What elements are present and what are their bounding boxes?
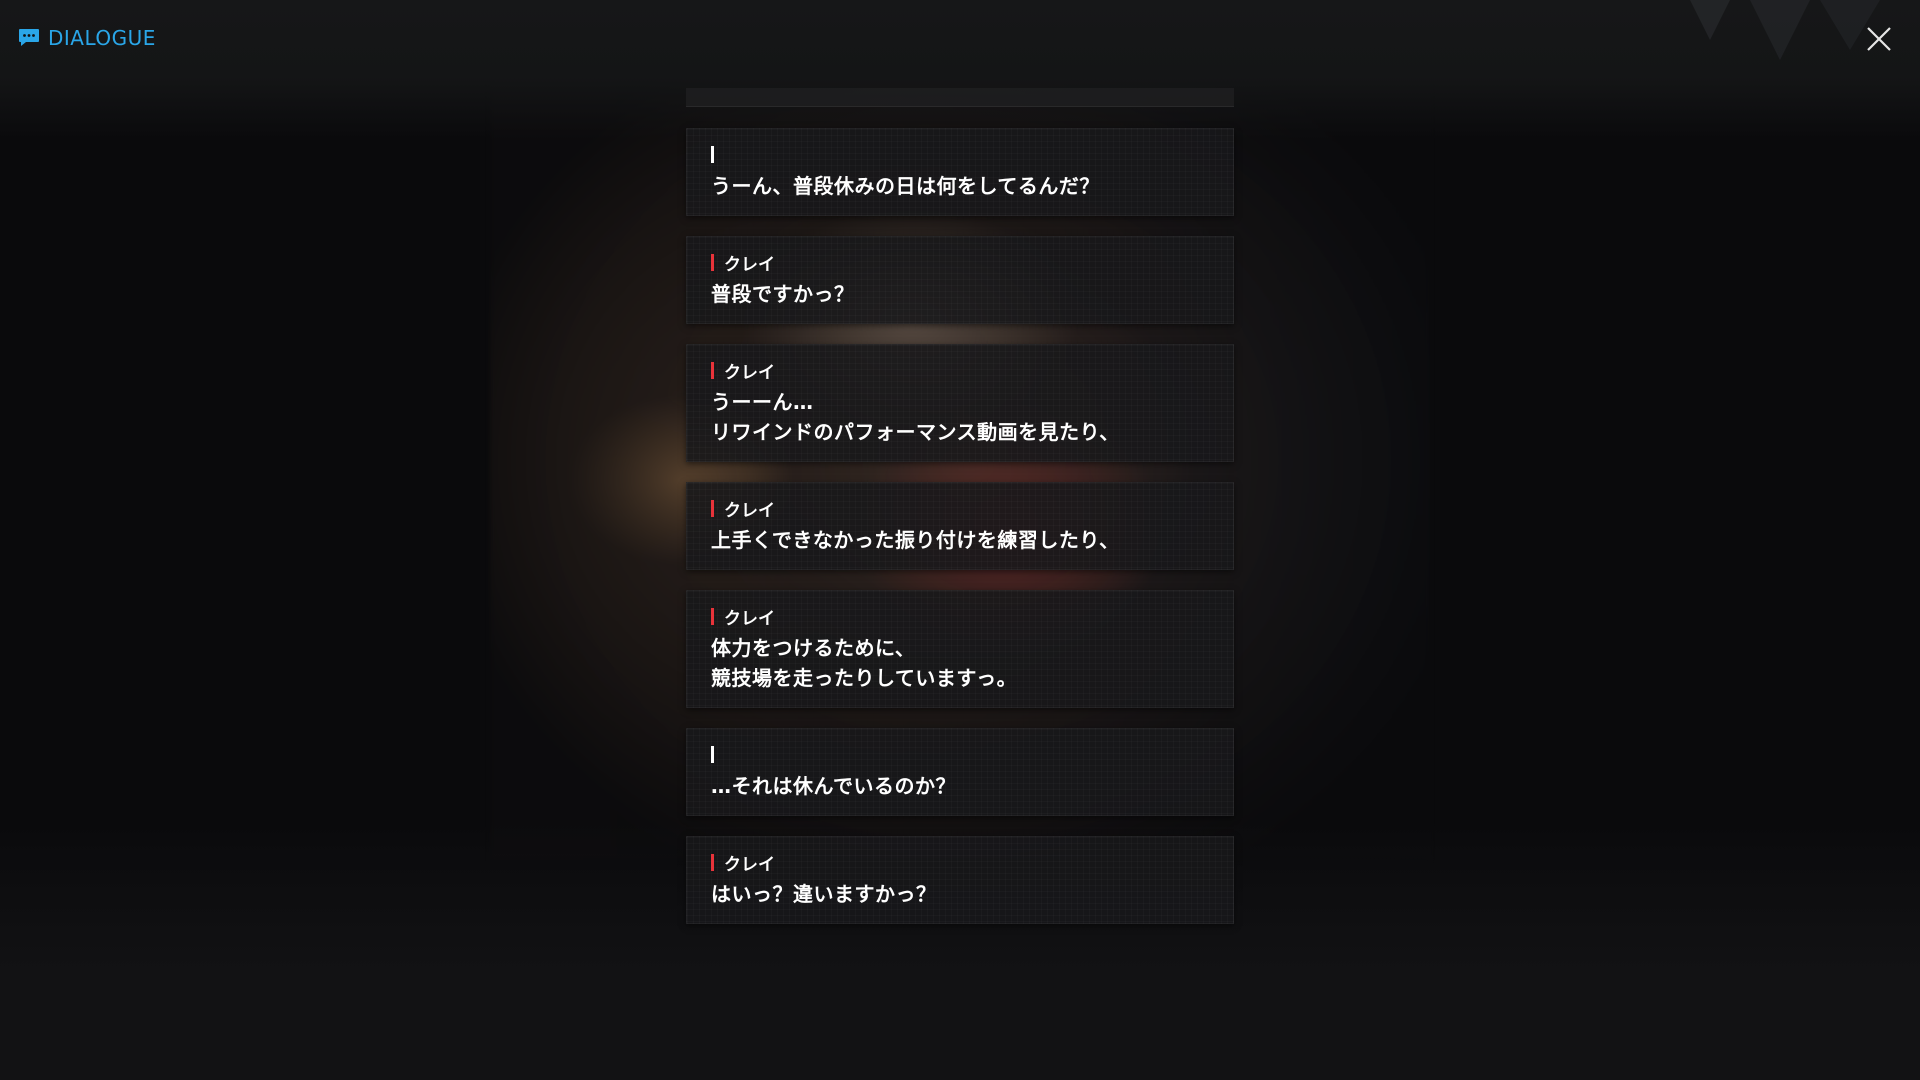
dialogue-line: …それは休んでいるのか？ [711, 774, 956, 798]
speaker-name: クレイ [724, 254, 775, 275]
dialogue-line: 競技場を走ったりしていますっ。 [711, 666, 1018, 690]
dialogue-entry: クレイ上手くできなかった振り付けを練習したり、 [686, 482, 1234, 570]
dialogue-entry: クレイ体力をつけるために、競技場を走ったりしていますっ。 [686, 590, 1234, 708]
chat-bubble-icon [18, 28, 40, 48]
dialogue-line: 上手くできなかった振り付けを練習したり、 [711, 528, 1120, 552]
dialogue-line: うーーん… [711, 390, 814, 414]
dialogue-line: はいっ？違いますかっ？ [711, 882, 937, 906]
speaker-row: クレイ [711, 497, 1211, 521]
dialogue-line: 普段ですかっ？ [711, 282, 855, 306]
speaker-row: クレイ [711, 251, 1211, 275]
speaker-row: クレイ [711, 359, 1211, 383]
dialogue-line: リワインドのパフォーマンス動画を見たり、 [711, 420, 1120, 444]
dialogue-line: うーん、普段休みの日は何をしてるんだ？ [711, 174, 1100, 198]
dialogue-entry: クレイ普段ですかっ？ [686, 236, 1234, 324]
dialogue-entry: うーん、普段休みの日は何をしてるんだ？ [686, 128, 1234, 216]
dialogue-log-screen: DIALOGUE うーん、普段休みの日は何をしてるんだ？ クレイ 普段ですかっ？ クレ… [0, 0, 1920, 1080]
speaker-marker [711, 499, 714, 517]
dialogue-line: 体力をつけるために、 [711, 636, 916, 660]
top-fade [0, 0, 1920, 140]
speaker-marker [711, 745, 714, 763]
speaker-name: クレイ [724, 500, 775, 521]
speaker-row: クレイ [711, 605, 1211, 629]
speaker-marker [711, 607, 714, 625]
speaker-marker [711, 253, 714, 271]
speaker-marker [711, 853, 714, 871]
speaker-marker [711, 145, 714, 163]
previous-entry-edge [686, 88, 1234, 107]
dialogue-entry: クレイはいっ？違いますかっ？ [686, 836, 1234, 924]
speaker-row [711, 743, 1211, 765]
dialogue-title: DIALOGUE [48, 26, 156, 50]
dialogue-entry: …それは休んでいるのか？ [686, 728, 1234, 816]
speaker-row: クレイ [711, 851, 1211, 875]
speaker-name: クレイ [724, 608, 775, 629]
close-icon [1867, 27, 1891, 51]
dialogue-entry: クレイうーーん… リワインドのパフォーマンス動画を見たり、 [686, 344, 1234, 462]
speaker-name: クレイ [724, 854, 775, 875]
close-button[interactable] [1864, 24, 1894, 54]
dialogue-header: DIALOGUE [18, 26, 156, 50]
speaker-name: クレイ [724, 362, 775, 383]
speaker-marker [711, 361, 714, 379]
dialogue-list[interactable]: うーん、普段休みの日は何をしてるんだ？ クレイ 普段ですかっ？ クレイ うーーん… リワイ… [686, 128, 1234, 944]
speaker-row [711, 143, 1211, 165]
